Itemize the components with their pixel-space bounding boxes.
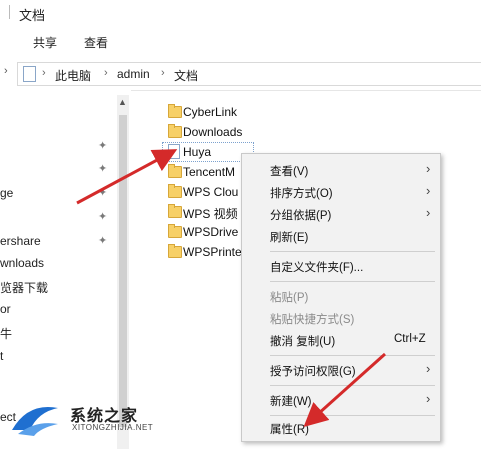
breadcrumb-documents[interactable]: 文档	[174, 67, 198, 84]
menu-item-view[interactable]: 查看(V) ›	[242, 159, 440, 181]
menu-item-new[interactable]: 新建(W) ›	[242, 389, 440, 411]
file-icon	[168, 144, 180, 159]
file-name: Downloads	[183, 125, 243, 139]
breadcrumb-chevron-icon: ›	[42, 67, 46, 79]
menu-item-label: 刷新(E)	[270, 232, 309, 244]
tab-view[interactable]: 查看	[84, 34, 108, 51]
scroll-up-icon[interactable]: ▲	[118, 97, 127, 107]
breadcrumb-chevron-icon: ›	[161, 67, 165, 79]
breadcrumb-admin[interactable]: admin	[117, 67, 150, 81]
file-name: WPSPrinte	[183, 245, 242, 259]
file-name: Huya	[183, 145, 212, 159]
menu-item-give-access[interactable]: 授予访问权限(G) ›	[242, 359, 440, 381]
menu-item-label: 粘贴(P)	[270, 292, 309, 304]
submenu-arrow-icon: ›	[426, 205, 431, 220]
watermark-logo-icon	[12, 406, 58, 436]
menu-item-refresh[interactable]: 刷新(E)	[242, 225, 440, 247]
submenu-arrow-icon: ›	[426, 161, 431, 176]
menu-separator	[270, 355, 435, 356]
breadcrumb-chevron-icon: ›	[104, 67, 108, 79]
menu-item-label: 撤消 复制(U)	[270, 336, 336, 348]
file-name: CyberLink	[183, 105, 238, 119]
menu-item-group-by[interactable]: 分组依据(P) ›	[242, 203, 440, 225]
folder-icon	[168, 184, 182, 198]
pin-icon[interactable]: ✦	[98, 162, 107, 175]
file-name: WPS 视频	[183, 207, 238, 221]
breadcrumb-this-pc[interactable]: 此电脑	[55, 67, 91, 84]
pin-icon[interactable]: ✦	[98, 186, 107, 199]
pin-icon[interactable]: ✦	[98, 139, 107, 152]
file-name: WPS Clou	[183, 185, 239, 199]
submenu-arrow-icon: ›	[426, 361, 431, 376]
menu-separator	[270, 415, 435, 416]
list-item[interactable]: Downloads	[160, 122, 300, 142]
title-bar: 文档	[0, 0, 481, 26]
up-chevron-icon[interactable]: ›	[4, 65, 8, 77]
title-separator	[9, 5, 10, 19]
nav-item[interactable]: or	[0, 302, 11, 316]
menu-item-label: 排序方式(O)	[270, 188, 333, 200]
context-menu: 查看(V) › 排序方式(O) › 分组依据(P) › 刷新(E) 自定义文件夹…	[241, 153, 441, 442]
nav-item[interactable]: 览器下载	[0, 279, 48, 296]
folder-icon	[168, 104, 182, 118]
nav-item[interactable]: ershare	[0, 234, 41, 248]
submenu-arrow-icon: ›	[426, 183, 431, 198]
submenu-arrow-icon: ›	[426, 391, 431, 406]
ribbon: 共享 查看	[0, 26, 481, 56]
menu-separator	[270, 251, 435, 252]
nav-item[interactable]: t	[0, 349, 3, 363]
menu-item-shortcut: Ctrl+Z	[394, 333, 426, 345]
menu-item-customize-folder[interactable]: 自定义文件夹(F)...	[242, 255, 440, 277]
file-name: TencentM	[183, 165, 236, 179]
list-item[interactable]: CyberLink	[160, 102, 300, 122]
folder-icon	[168, 204, 182, 218]
watermark: 系统之家 XITONGZHIJIA.NET	[0, 392, 170, 449]
nav-item[interactable]: ge	[0, 186, 13, 200]
menu-item-label: 授予访问权限(G)	[270, 366, 356, 378]
tab-share[interactable]: 共享	[33, 34, 57, 51]
menu-item-paste-shortcut: 粘贴快捷方式(S)	[242, 307, 440, 329]
menu-item-label: 新建(W)	[270, 396, 312, 408]
address-bar[interactable]: › 此电脑 › admin › 文档	[17, 62, 481, 86]
folder-icon	[168, 164, 182, 178]
menu-item-label: 分组依据(P)	[270, 210, 332, 222]
menu-item-label: 查看(V)	[270, 166, 309, 178]
menu-item-sort-by[interactable]: 排序方式(O) ›	[242, 181, 440, 203]
pin-icon[interactable]: ✦	[98, 210, 107, 223]
watermark-url: XITONGZHIJIA.NET	[72, 423, 154, 432]
menu-separator	[270, 281, 435, 282]
location-document-icon	[23, 66, 36, 82]
folder-icon	[168, 224, 182, 238]
nav-item[interactable]: 牛	[0, 325, 12, 342]
window-title: 文档	[19, 8, 46, 23]
folder-icon	[168, 124, 182, 138]
menu-item-label: 自定义文件夹(F)...	[270, 262, 364, 274]
scrollbar-thumb[interactable]	[119, 115, 127, 427]
menu-item-label: 粘贴快捷方式(S)	[270, 314, 355, 326]
menu-item-undo-copy[interactable]: 撤消 复制(U) Ctrl+Z	[242, 329, 440, 351]
address-bar-row: › › 此电脑 › admin › 文档	[0, 56, 481, 91]
menu-item-label: 属性(R)	[270, 424, 309, 436]
pin-icon[interactable]: ✦	[98, 234, 107, 247]
file-name: WPSDrive	[183, 225, 239, 239]
folder-icon	[168, 244, 182, 258]
nav-item[interactable]: wnloads	[0, 256, 44, 270]
menu-separator	[270, 385, 435, 386]
menu-item-paste: 粘贴(P)	[242, 285, 440, 307]
menu-item-properties[interactable]: 属性(R)	[242, 417, 440, 439]
